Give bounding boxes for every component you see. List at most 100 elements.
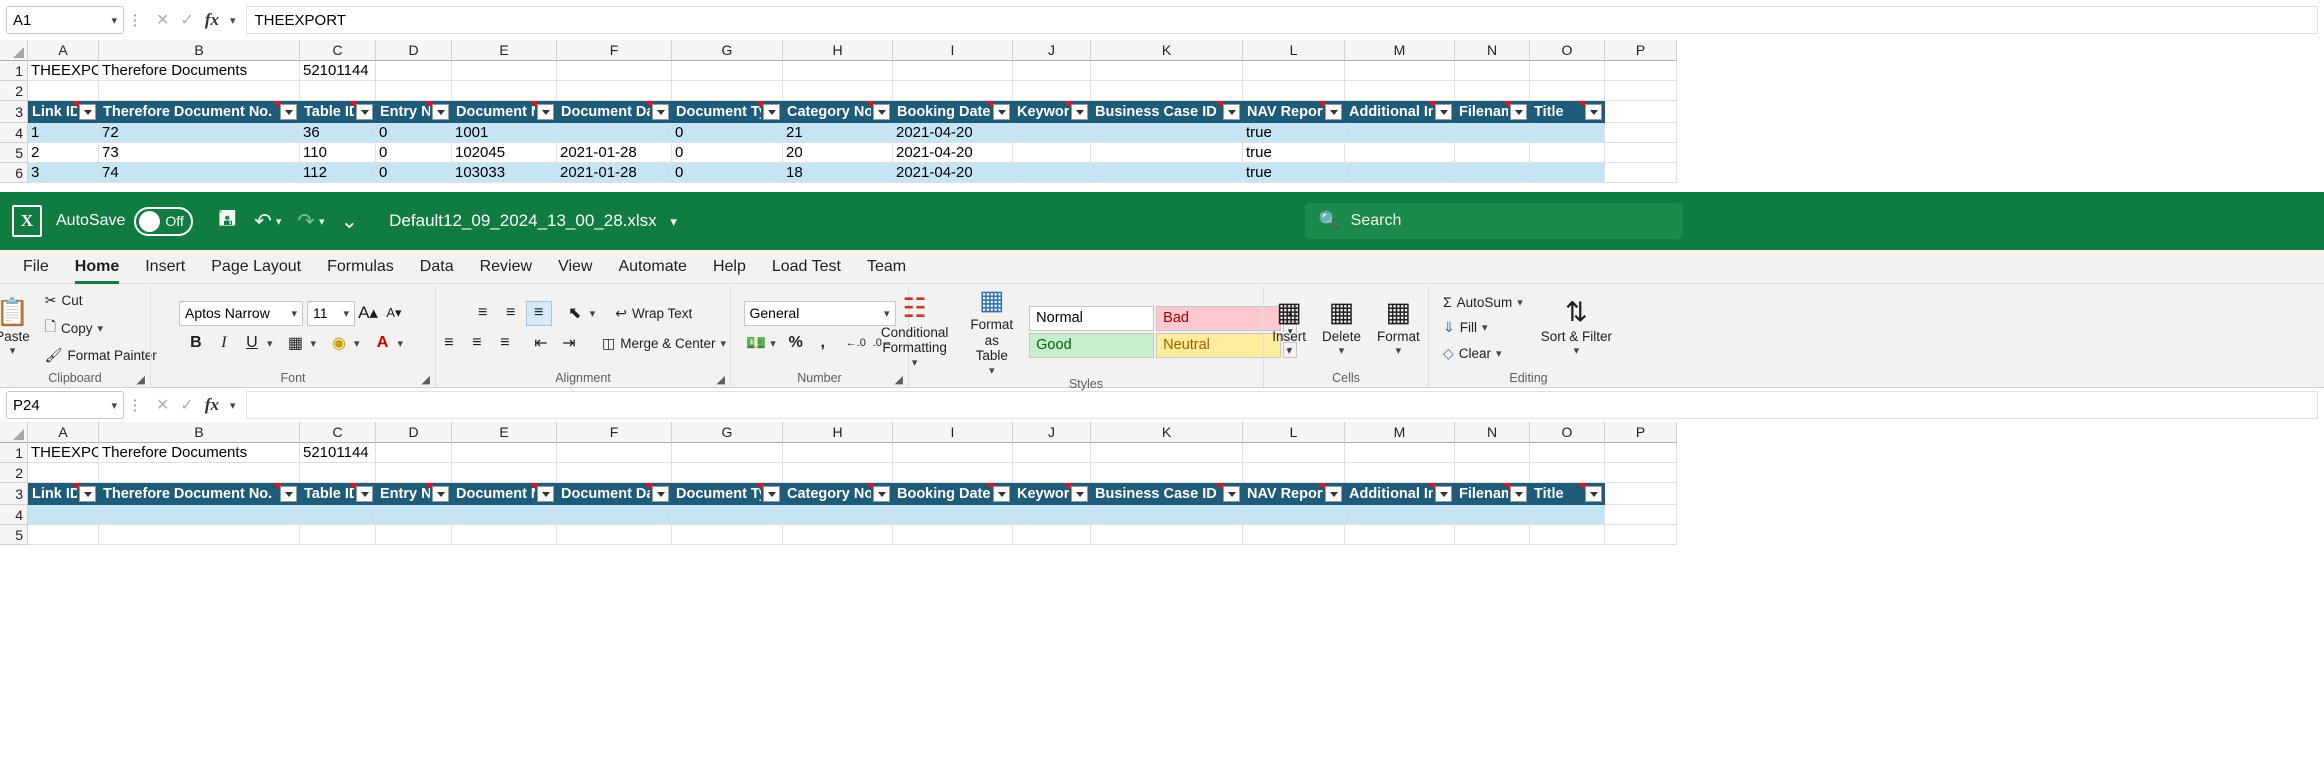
table-cell[interactable]: 20 (783, 143, 893, 163)
table-cell[interactable] (1530, 143, 1605, 163)
column-header-A[interactable]: A (28, 40, 99, 61)
table-cell[interactable] (672, 525, 783, 545)
column-header-N[interactable]: N (1455, 40, 1530, 61)
column-header-O[interactable]: O (1530, 422, 1605, 443)
grid-cell[interactable] (1013, 81, 1091, 101)
insert-cells-button[interactable]: ▦ Insert ▾ (1266, 299, 1312, 357)
fill-color-icon[interactable]: ◉ (326, 331, 352, 356)
table-cell[interactable] (1243, 525, 1345, 545)
grid-cell[interactable] (672, 443, 783, 463)
filter-dropdown-button[interactable] (652, 486, 669, 502)
grid-cell[interactable] (893, 443, 1013, 463)
row-header-5[interactable]: 5 (0, 143, 28, 163)
bold-button[interactable]: B (183, 331, 209, 356)
column-header-F[interactable]: F (557, 422, 672, 443)
filter-dropdown-button[interactable] (1585, 104, 1602, 120)
grid-cell[interactable] (672, 81, 783, 101)
accounting-format-icon[interactable]: 💵 (743, 331, 769, 356)
table-cell[interactable]: 112 (300, 163, 376, 183)
table-cell[interactable] (557, 525, 672, 545)
table-cell[interactable]: 73 (99, 143, 300, 163)
column-header-J[interactable]: J (1013, 40, 1091, 61)
italic-button[interactable]: I (211, 331, 237, 356)
filter-dropdown-button[interactable] (537, 486, 554, 502)
table-header-cell[interactable]: Category No. (783, 101, 893, 123)
row-header-1[interactable]: 1 (0, 443, 28, 463)
table-cell[interactable] (28, 505, 99, 525)
table-header-cell[interactable]: Filename (1455, 483, 1530, 505)
table-header-cell[interactable]: Title (1530, 101, 1605, 123)
table-cell[interactable] (1345, 505, 1455, 525)
column-header-J[interactable]: J (1013, 422, 1091, 443)
grid-cell[interactable] (1605, 143, 1677, 163)
grid-cell[interactable] (1605, 123, 1677, 143)
grid-cell[interactable] (1013, 443, 1091, 463)
customize-quick-access-icon[interactable]: ⌄ (341, 209, 359, 234)
ribbon-tab-home[interactable]: Home (62, 252, 132, 282)
grid-cell[interactable] (893, 463, 1013, 483)
row-header-2[interactable]: 2 (0, 463, 28, 483)
table-cell[interactable] (893, 525, 1013, 545)
table-cell[interactable] (1455, 525, 1530, 545)
table-header-cell[interactable]: Document No. (452, 101, 557, 123)
grid-cell[interactable] (1455, 81, 1530, 101)
grid-cell[interactable] (1091, 81, 1243, 101)
column-header-I[interactable]: I (893, 40, 1013, 61)
table-header-cell[interactable]: NAV Report (1243, 101, 1345, 123)
table-cell[interactable]: 3 (28, 163, 99, 183)
ribbon-tab-page-layout[interactable]: Page Layout (198, 252, 314, 282)
filter-dropdown-button[interactable] (1071, 104, 1088, 120)
grid-cell[interactable] (1091, 463, 1243, 483)
filter-dropdown-button[interactable] (993, 486, 1010, 502)
borders-icon[interactable]: ▦ (282, 331, 308, 356)
grid-cell[interactable] (893, 61, 1013, 81)
grid-cell[interactable] (376, 443, 452, 463)
table-cell[interactable] (1530, 505, 1605, 525)
grid-cell[interactable] (99, 463, 300, 483)
table-header-cell[interactable]: Document Type (672, 483, 783, 505)
grid-cell[interactable] (300, 463, 376, 483)
filter-dropdown-button[interactable] (763, 486, 780, 502)
filter-dropdown-button[interactable] (356, 486, 373, 502)
grid-cell[interactable] (1243, 463, 1345, 483)
delete-cells-button[interactable]: ▦ Delete ▾ (1316, 299, 1367, 357)
table-cell[interactable]: 2021-04-20 (893, 123, 1013, 143)
fill-button[interactable]: ⇓ Fill ▾ (1439, 317, 1527, 338)
format-as-table-button[interactable]: ▦ Format as Table ▾ (964, 287, 1019, 377)
column-header-C[interactable]: C (300, 40, 376, 61)
grid-cell[interactable] (783, 443, 893, 463)
column-header-I[interactable]: I (893, 422, 1013, 443)
grid-cell[interactable] (672, 463, 783, 483)
grid-cell[interactable] (1455, 463, 1530, 483)
grid-cell[interactable] (783, 61, 893, 81)
table-cell[interactable] (1091, 525, 1243, 545)
table-cell[interactable]: 1 (28, 123, 99, 143)
increase-font-size-button[interactable]: A▴ (355, 301, 381, 326)
filter-dropdown-button[interactable] (1510, 104, 1527, 120)
table-cell[interactable]: 0 (376, 143, 452, 163)
ribbon-tab-automate[interactable]: Automate (605, 252, 699, 282)
table-header-cell[interactable]: Document Date (557, 101, 672, 123)
ribbon-tab-data[interactable]: Data (407, 252, 467, 282)
row-header-3[interactable]: 3 (0, 101, 28, 123)
filter-dropdown-button[interactable] (280, 486, 297, 502)
cut-button[interactable]: ✂ Cut (41, 290, 161, 311)
grid-cell[interactable]: THEEXPORT (28, 61, 99, 81)
grid-cell[interactable] (1091, 443, 1243, 463)
table-cell[interactable]: 103033 (452, 163, 557, 183)
grid-cell[interactable] (300, 81, 376, 101)
undo-chevron-down-icon[interactable]: ▾ (276, 215, 282, 228)
ribbon-tab-view[interactable]: View (545, 252, 605, 282)
name-box-more-icon[interactable]: ⋮ (124, 396, 146, 414)
grid-cell[interactable] (1091, 61, 1243, 81)
table-header-cell[interactable]: Additional Info (1345, 101, 1455, 123)
grid-cell[interactable] (1605, 81, 1677, 101)
grid-cell[interactable] (557, 463, 672, 483)
column-header-B[interactable]: B (99, 40, 300, 61)
column-header-C[interactable]: C (300, 422, 376, 443)
percent-style-button[interactable]: % (783, 331, 809, 356)
table-header-cell[interactable]: Booking Date (893, 483, 1013, 505)
undo-icon[interactable]: ↶ (254, 209, 272, 234)
table-header-cell[interactable]: Business Case ID (1091, 101, 1243, 123)
save-icon[interactable]: 🖪 (218, 204, 236, 239)
